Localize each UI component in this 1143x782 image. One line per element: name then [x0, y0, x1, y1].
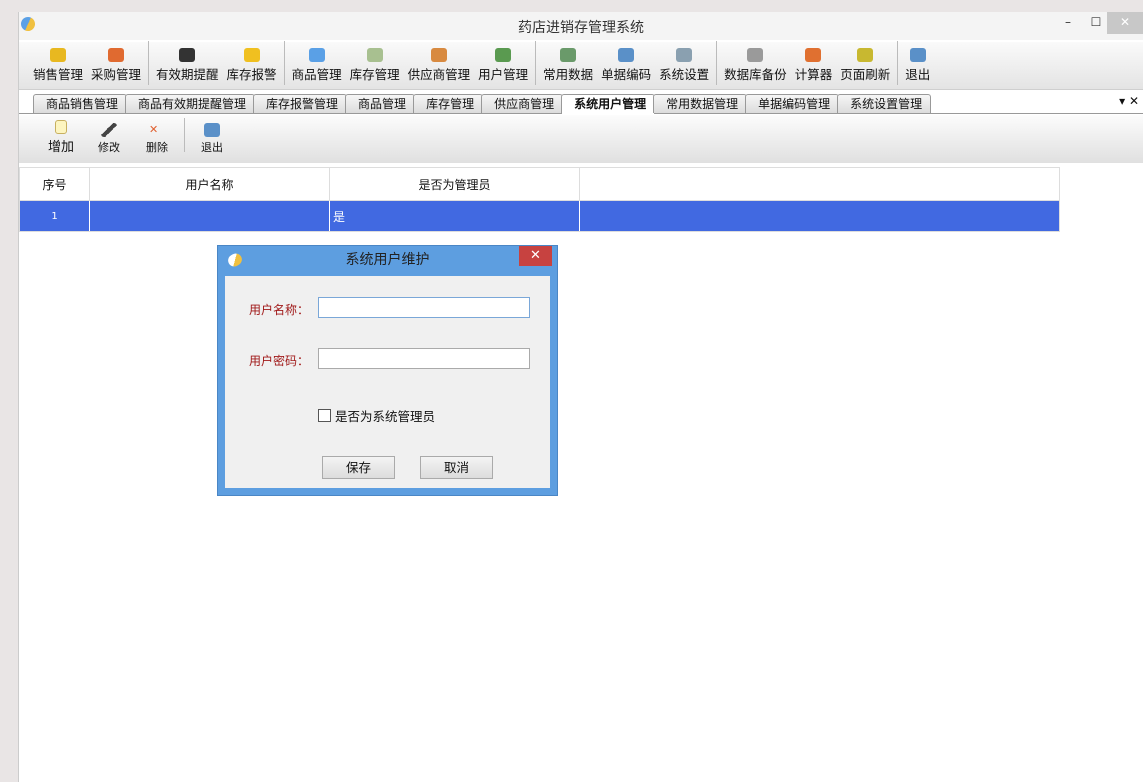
- close-button[interactable]: ✕: [1107, 12, 1143, 34]
- warning-icon: [243, 48, 260, 62]
- column-header-is-admin[interactable]: 是否为管理员: [330, 168, 580, 200]
- password-label: 用户密码：: [249, 354, 310, 368]
- main-toolbar: 销售管理 采购管理 有效期提醒 库存报警 商品管理 库存管理 供应商管理 用户管理 常用数据 单据…: [19, 40, 1143, 90]
- dialog-title-bar: 系统用户维护 ✕: [218, 246, 557, 275]
- capsule-icon: [308, 48, 325, 62]
- supplier-icon: [430, 48, 447, 62]
- tab-3[interactable]: 商品管理: [345, 94, 416, 113]
- column-header-username[interactable]: 用户名称: [90, 168, 330, 200]
- separator: [148, 40, 150, 85]
- cell-username: [90, 201, 330, 231]
- checkbox-box[interactable]: [318, 409, 331, 422]
- window-title: 药店进销存管理系统: [518, 20, 644, 36]
- delete-button[interactable]: ✕ 删除: [133, 123, 181, 155]
- admin-checkbox[interactable]: 是否为系统管理员: [318, 406, 435, 425]
- dialog-close-button[interactable]: ✕: [519, 246, 552, 266]
- toolbar-button-6[interactable]: 商品管理: [288, 48, 346, 83]
- separator: [535, 40, 537, 85]
- toolbar-button-1[interactable]: 采购管理: [87, 48, 145, 83]
- basket-icon: [50, 48, 66, 62]
- tab-5[interactable]: 供应商管理: [481, 94, 564, 113]
- dialog-title: 系统用户维护: [345, 252, 430, 268]
- add-button[interactable]: 增加: [37, 120, 85, 155]
- user-table: 序号 用户名称 是否为管理员 1 是: [19, 167, 1060, 232]
- tab-strip: 商品销售管理 商品有效期提醒管理 库存报警管理 商品管理 库存管理 供应商管理 系统用户管理…: [19, 94, 1143, 114]
- edit-button[interactable]: 修改: [85, 123, 133, 155]
- tab-6[interactable]: 系统用户管理: [561, 94, 656, 114]
- column-header-index[interactable]: 序号: [20, 168, 90, 200]
- cancel-button[interactable]: 取消: [420, 456, 493, 479]
- dialog-body: 用户名称： 用户密码： 是否为系统管理员 保存 取消: [225, 276, 550, 488]
- password-input[interactable]: [318, 348, 530, 369]
- user-maintenance-dialog: 系统用户维护 ✕ 用户名称： 用户密码： 是否为系统管理员 保存 取消: [217, 245, 558, 496]
- new-document-icon: [55, 120, 67, 134]
- refresh-icon: [857, 48, 874, 62]
- sub-toolbar: 增加 修改 ✕ 删除 退出: [19, 115, 1143, 163]
- calendar-icon: [560, 48, 577, 62]
- tab-4[interactable]: 库存管理: [413, 94, 484, 113]
- cell-is-admin: 是: [330, 201, 580, 231]
- delete-x-icon: ✕: [149, 123, 159, 136]
- separator: [283, 40, 285, 85]
- title-bar: 药店进销存管理系统 – ☐ ✕: [19, 12, 1143, 40]
- toolbar-button-9[interactable]: 用户管理: [474, 48, 532, 83]
- username-input[interactable]: [318, 297, 530, 318]
- document-code-icon: [618, 48, 635, 62]
- inventory-icon: [366, 48, 383, 62]
- save-button[interactable]: 保存: [322, 456, 395, 479]
- toolbar-button-11[interactable]: 常用数据: [539, 48, 597, 83]
- tab-8[interactable]: 单据编码管理: [745, 94, 840, 113]
- cell-index: 1: [20, 201, 90, 231]
- username-label: 用户名称：: [249, 303, 310, 317]
- toolbar-button-8[interactable]: 供应商管理: [404, 48, 475, 83]
- calculator-icon: [805, 48, 822, 62]
- clock-icon: [179, 48, 196, 62]
- tab-7[interactable]: 常用数据管理: [653, 94, 748, 113]
- capsule-icon: [225, 251, 245, 269]
- toolbar-button-4[interactable]: 库存报警: [223, 48, 281, 83]
- toolbar-button-19[interactable]: 退出: [901, 48, 934, 83]
- tab-0[interactable]: 商品销售管理: [33, 94, 128, 113]
- separator: [897, 40, 899, 85]
- minimize-button[interactable]: –: [1053, 12, 1083, 34]
- tools-icon: [676, 48, 693, 62]
- separator: [184, 118, 185, 152]
- table-header: 序号 用户名称 是否为管理员: [20, 168, 1059, 201]
- toolbar-button-16[interactable]: 计算器: [791, 48, 837, 83]
- cell-empty: [580, 201, 1059, 231]
- basket-icon: [108, 48, 125, 62]
- exit-button[interactable]: 退出: [188, 123, 236, 155]
- close-tab-button[interactable]: ✕: [1129, 94, 1139, 108]
- pencil-icon: [101, 123, 117, 137]
- tab-9[interactable]: 系统设置管理: [837, 94, 932, 113]
- database-icon: [747, 48, 764, 62]
- separator: [716, 40, 718, 85]
- tab-list-dropdown[interactable]: ▾: [1119, 94, 1125, 108]
- column-header-empty: [580, 168, 1059, 200]
- toolbar-button-12[interactable]: 单据编码: [597, 48, 655, 83]
- user-icon: [495, 48, 512, 62]
- tab-1[interactable]: 商品有效期提醒管理: [125, 94, 256, 113]
- toolbar-button-3[interactable]: 有效期提醒: [152, 48, 223, 83]
- toolbar-button-7[interactable]: 库存管理: [346, 48, 404, 83]
- exit-icon: [909, 48, 926, 62]
- tab-controls: ▾ ✕: [1119, 94, 1139, 108]
- toolbar-button-0[interactable]: 销售管理: [29, 48, 87, 83]
- exit-icon: [204, 123, 220, 137]
- toolbar-button-13[interactable]: 系统设置: [655, 48, 713, 83]
- table-row[interactable]: 1 是: [20, 201, 1059, 231]
- toolbar-button-17[interactable]: 页面刷新: [836, 48, 894, 83]
- tab-2[interactable]: 库存报警管理: [253, 94, 348, 113]
- toolbar-button-15[interactable]: 数据库备份: [720, 48, 791, 83]
- main-window: 药店进销存管理系统 – ☐ ✕ 销售管理 采购管理 有效期提醒 库存报警 商品管理 库存管…: [18, 12, 1143, 782]
